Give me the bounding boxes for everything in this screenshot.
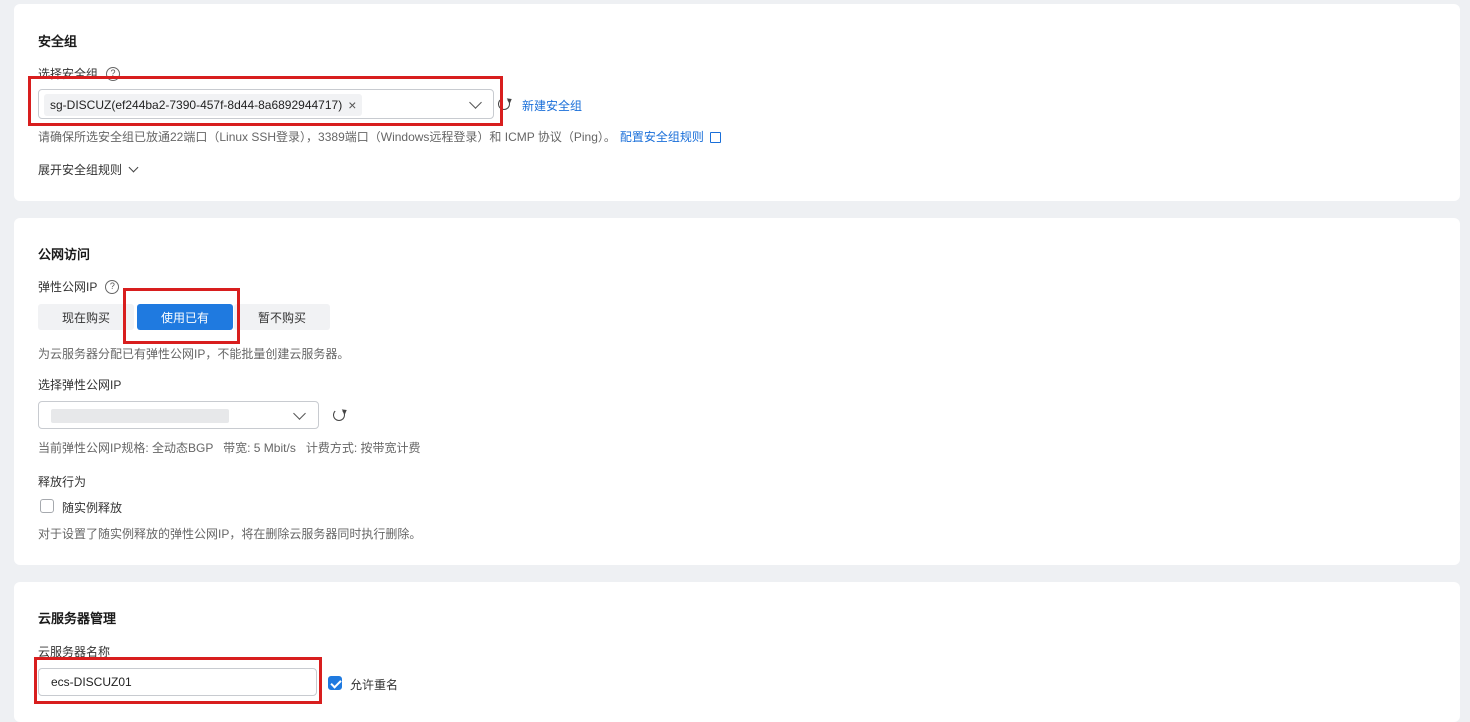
server-management-title: 云服务器管理 <box>38 611 117 626</box>
security-group-title: 安全组 <box>38 34 78 49</box>
select-security-group-label: 选择安全组 ? <box>38 65 121 82</box>
eip-label: 弹性公网IP ? <box>38 278 120 295</box>
chevron-down-icon <box>128 162 139 173</box>
eip-option-not-buy[interactable]: 暂不购买 <box>234 304 330 330</box>
help-icon[interactable]: ? <box>106 66 121 81</box>
expand-security-group-rules-text: 展开安全组规则 <box>38 163 123 177</box>
server-name-label: 云服务器名称 <box>38 645 111 659</box>
security-group-hint-text: 请确保所选安全组已放通22端口（Linux SSH登录），3389端口（Wind… <box>38 130 616 144</box>
new-security-group-link[interactable]: 新建安全组 <box>522 97 582 114</box>
config-security-group-rules-link[interactable]: 配置安全组规则 <box>620 128 704 145</box>
expand-security-group-rules[interactable]: 展开安全组规则 <box>38 161 139 178</box>
public-access-title: 公网访问 <box>38 247 91 262</box>
security-group-select[interactable]: sg-DISCUZ(ef244ba2-7390-457f-8d44-8a6892… <box>38 89 494 119</box>
eip-select-value-redacted <box>51 409 229 423</box>
select-security-group-label-text: 选择安全组 <box>38 67 99 81</box>
external-link-icon[interactable] <box>709 132 721 143</box>
server-management-card: 云服务器管理 云服务器名称 允许重名 <box>14 582 1460 722</box>
chevron-down-icon[interactable] <box>293 407 306 420</box>
server-name-input[interactable] <box>38 668 317 696</box>
help-icon[interactable]: ? <box>105 279 120 294</box>
release-hint: 对于设置了随实例释放的弹性公网IP，将在删除云服务器同时执行删除。 <box>38 527 422 541</box>
eip-label-text: 弹性公网IP <box>38 280 98 294</box>
public-access-card: 公网访问 弹性公网IP ? 现在购买 使用已有 暂不购买 为云服务器分配已有弹性… <box>14 218 1460 565</box>
refresh-icon[interactable] <box>498 98 510 110</box>
eip-hint: 为云服务器分配已有弹性公网IP，不能批量创建云服务器。 <box>38 347 350 361</box>
chevron-down-icon[interactable] <box>469 96 482 109</box>
release-with-instance-label[interactable]: 随实例释放 <box>62 499 122 516</box>
refresh-icon[interactable] <box>333 409 345 421</box>
selected-security-group-tag: sg-DISCUZ(ef244ba2-7390-457f-8d44-8a6892… <box>44 94 363 116</box>
close-icon[interactable]: × <box>348 97 356 113</box>
eip-option-buy-now[interactable]: 现在购买 <box>38 304 134 330</box>
security-group-card: 安全组 选择安全组 ? sg-DISCUZ(ef244ba2-7390-457f… <box>14 4 1460 201</box>
selected-security-group-tag-text: sg-DISCUZ(ef244ba2-7390-457f-8d44-8a6892… <box>50 98 343 112</box>
eip-spec: 当前弹性公网IP规格: 全动态BGP 带宽: 5 Mbit/s 计费方式: 按带… <box>38 441 421 455</box>
release-behavior-label: 释放行为 <box>38 475 87 489</box>
eip-select[interactable] <box>38 401 319 429</box>
security-group-hint: 请确保所选安全组已放通22端口（Linux SSH登录），3389端口（Wind… <box>38 128 721 145</box>
allow-duplicate-name-label[interactable]: 允许重名 <box>350 676 398 693</box>
eip-option-use-existing[interactable]: 使用已有 <box>137 304 233 330</box>
release-with-instance-checkbox[interactable] <box>40 499 54 513</box>
select-eip-label: 选择弹性公网IP <box>38 378 122 392</box>
allow-duplicate-name-checkbox[interactable] <box>328 676 342 690</box>
